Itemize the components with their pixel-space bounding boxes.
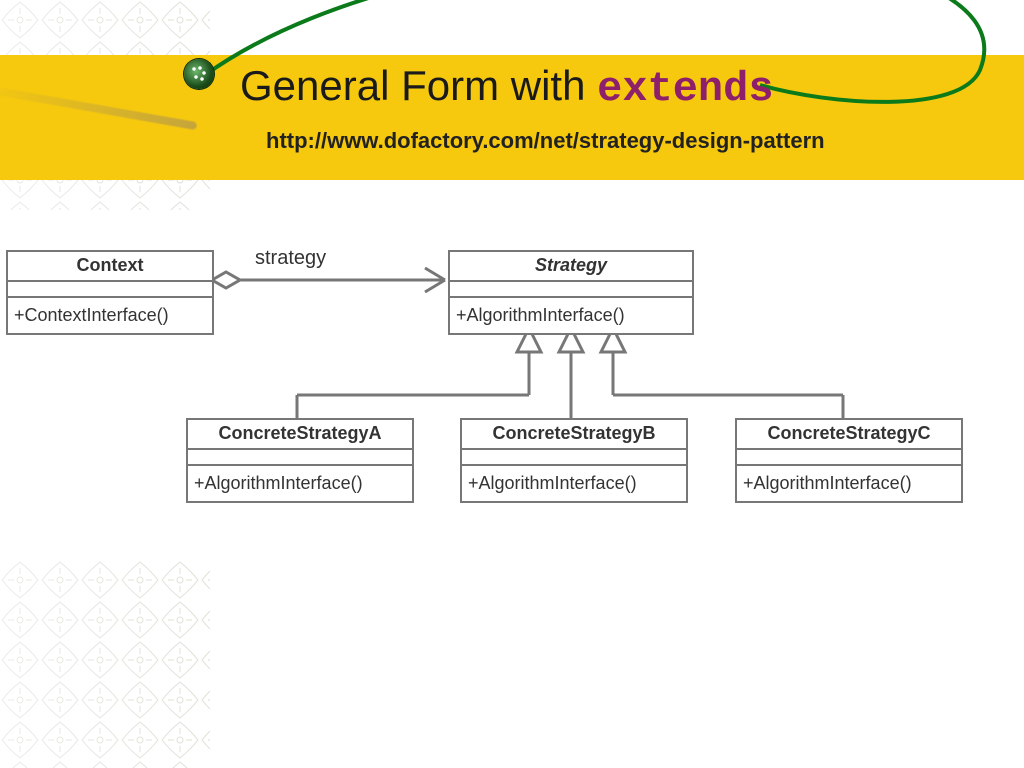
class-op: +AlgorithmInterface() xyxy=(450,298,692,333)
uml-class-concrete-c: ConcreteStrategyC +AlgorithmInterface() xyxy=(735,418,963,503)
class-attrs xyxy=(188,450,412,466)
class-op: +AlgorithmInterface() xyxy=(188,466,412,501)
class-name: ConcreteStrategyC xyxy=(737,420,961,450)
ornament-bottom xyxy=(0,560,210,768)
association-label: strategy xyxy=(255,247,326,270)
title-prefix: General Form with xyxy=(240,62,597,109)
class-name: Strategy xyxy=(450,252,692,282)
title-keyword: extends xyxy=(597,65,773,113)
bullet-icon xyxy=(184,59,214,89)
class-op: +AlgorithmInterface() xyxy=(462,466,686,501)
class-attrs xyxy=(737,450,961,466)
uml-class-context: Context +ContextInterface() xyxy=(6,250,214,335)
slide-subtitle: http://www.dofactory.com/net/strategy-de… xyxy=(266,128,825,154)
class-op: +AlgorithmInterface() xyxy=(737,466,961,501)
uml-class-concrete-b: ConcreteStrategyB +AlgorithmInterface() xyxy=(460,418,688,503)
class-name: ConcreteStrategyA xyxy=(188,420,412,450)
class-attrs xyxy=(462,450,686,466)
class-name: Context xyxy=(8,252,212,282)
slide-title: General Form with extends xyxy=(240,62,774,113)
uml-class-strategy: Strategy +AlgorithmInterface() xyxy=(448,250,694,335)
class-name: ConcreteStrategyB xyxy=(462,420,686,450)
class-attrs xyxy=(8,282,212,298)
uml-class-concrete-a: ConcreteStrategyA +AlgorithmInterface() xyxy=(186,418,414,503)
class-op: +ContextInterface() xyxy=(8,298,212,333)
class-attrs xyxy=(450,282,692,298)
